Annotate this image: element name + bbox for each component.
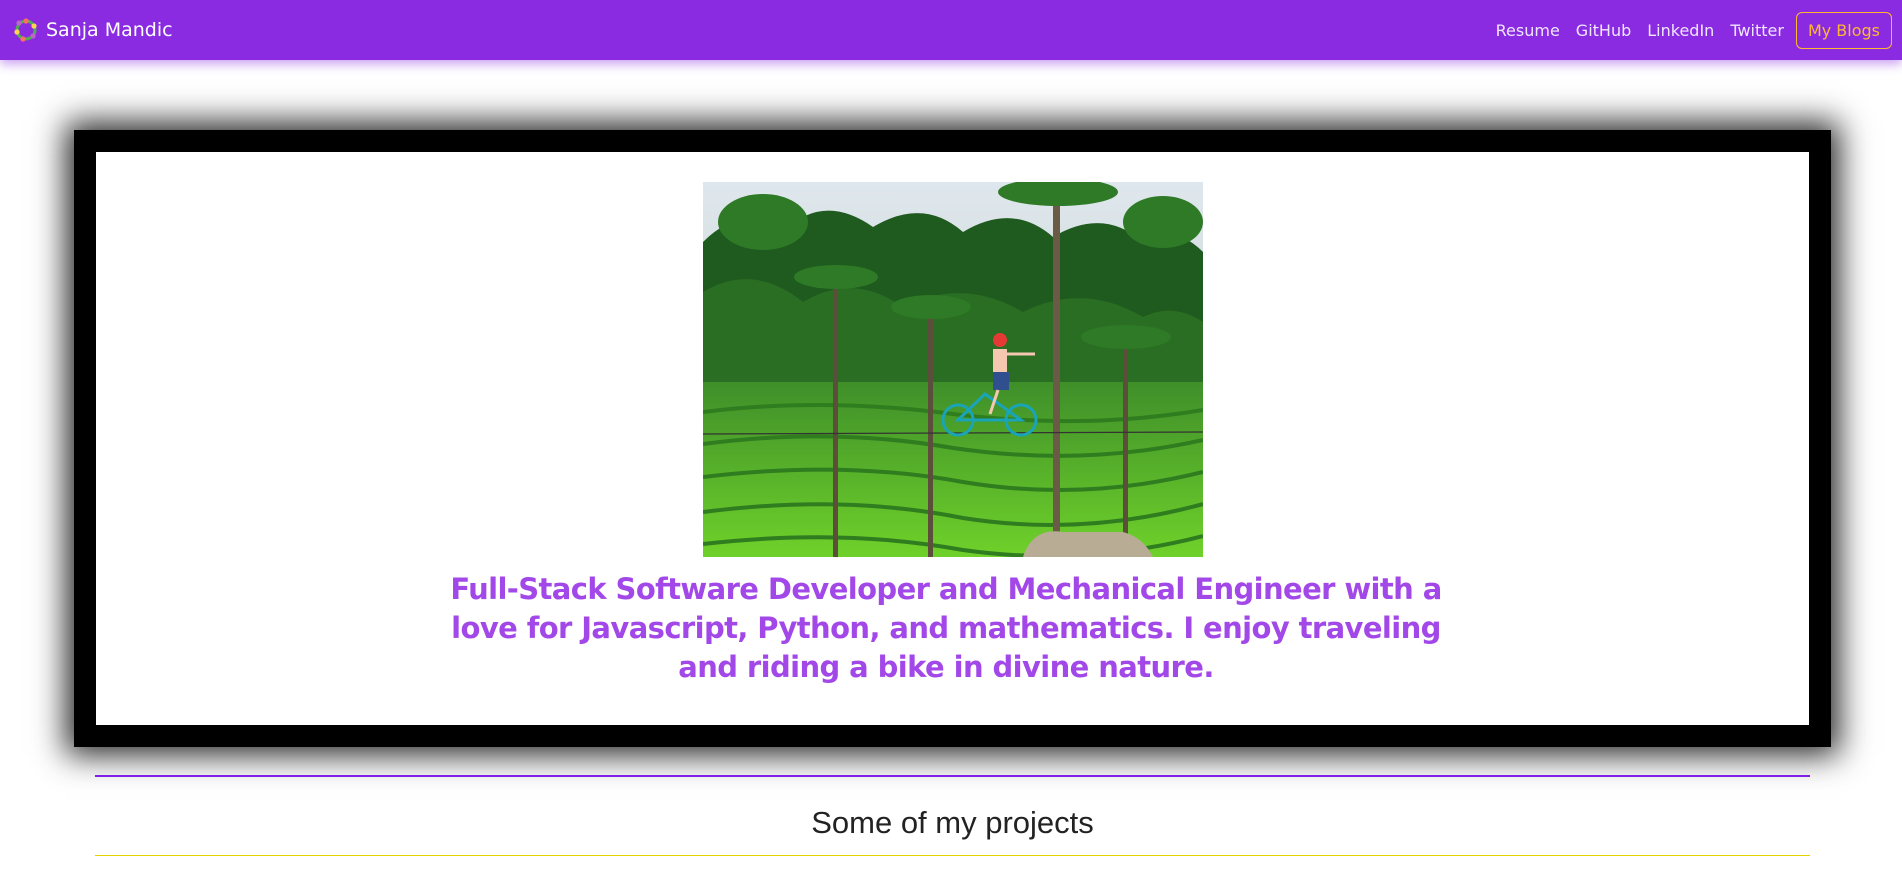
hero-photo (703, 182, 1203, 557)
flower-wreath-icon (12, 16, 40, 44)
brand-name: Sanja Mandic (46, 19, 173, 41)
projects-heading: Some of my projects (811, 805, 1094, 840)
section-divider-bottom (95, 855, 1810, 856)
section-divider-top (95, 775, 1810, 777)
hero-card: Full-Stack Software Developer and Mechan… (96, 152, 1809, 725)
top-navbar: Sanja Mandic Resume GitHub LinkedIn Twit… (0, 0, 1902, 60)
nav-link-resume[interactable]: Resume (1496, 21, 1560, 40)
hero-tagline: Full-Stack Software Developer and Mechan… (450, 572, 1442, 684)
my-blogs-button[interactable]: My Blogs (1795, 11, 1892, 49)
nav-link-twitter[interactable]: Twitter (1730, 21, 1784, 40)
nav-links: Resume GitHub LinkedIn Twitter My Blogs (1480, 11, 1892, 49)
nav-link-linkedin[interactable]: LinkedIn (1647, 21, 1714, 40)
brand-link[interactable]: Sanja Mandic (12, 16, 173, 44)
nav-link-github[interactable]: GitHub (1576, 21, 1631, 40)
